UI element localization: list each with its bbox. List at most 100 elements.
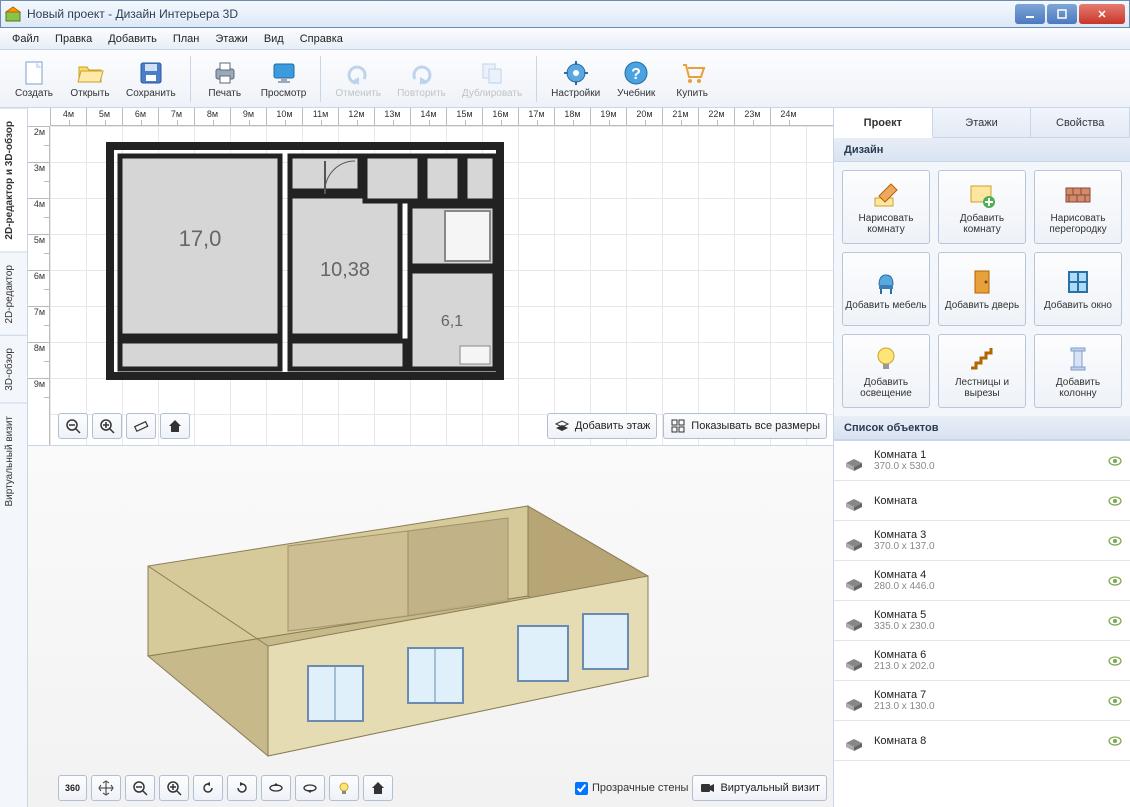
object-row[interactable]: Комната 7213.0 x 130.0 [834, 681, 1130, 721]
menu-help[interactable]: Справка [294, 31, 349, 47]
eye-icon[interactable] [1108, 696, 1122, 706]
zoom-out-button[interactable] [58, 413, 88, 439]
house-3d[interactable] [108, 476, 668, 766]
vtab-combined[interactable]: 2D-редактор и 3D-обзор [0, 108, 27, 252]
section-objects-header: Список объектов [834, 416, 1130, 440]
eye-icon[interactable] [1108, 456, 1122, 466]
measure-button[interactable] [126, 413, 156, 439]
eye-icon[interactable] [1108, 576, 1122, 586]
add-room-button[interactable]: Добавить комнату [938, 170, 1026, 244]
rtab-project[interactable]: Проект [834, 108, 933, 138]
object-list[interactable]: Комната 1370.0 x 530.0 Комната Комната 3… [834, 440, 1130, 807]
add-door-button[interactable]: Добавить дверь [938, 252, 1026, 326]
window-icon [1063, 267, 1093, 297]
object-row[interactable]: Комната 8 [834, 721, 1130, 761]
canvas-2d-toolbar-right: Добавить этаж Показывать все размеры [547, 413, 827, 439]
window-title: Новый проект - Дизайн Интерьера 3D [27, 7, 1015, 21]
ruler-vertical: 2м3м4м5м6м7м8м9м [28, 126, 50, 445]
folder-icon [76, 59, 104, 87]
menu-edit[interactable]: Правка [49, 31, 98, 47]
gear-icon [562, 59, 590, 87]
rotate-left-button[interactable] [193, 775, 223, 801]
redo-icon [407, 59, 435, 87]
menu-floors[interactable]: Этажи [209, 31, 253, 47]
canvas-2d-toolbar [58, 413, 190, 439]
room-icon [842, 449, 866, 473]
eye-icon[interactable] [1108, 616, 1122, 626]
tilt-down-button[interactable] [295, 775, 325, 801]
pencil-icon [871, 180, 901, 210]
eye-icon[interactable] [1108, 536, 1122, 546]
rtab-floors[interactable]: Этажи [933, 108, 1032, 137]
buy-button[interactable]: Купить [666, 53, 718, 105]
360-button[interactable]: 360 [58, 775, 87, 801]
light-button[interactable] [329, 775, 359, 801]
create-button[interactable]: Создать [8, 53, 60, 105]
add-floor-button[interactable]: Добавить этаж [547, 413, 657, 439]
draw-room-button[interactable]: Нарисовать комнату [842, 170, 930, 244]
add-window-button[interactable]: Добавить окно [1034, 252, 1122, 326]
add-column-button[interactable]: Добавить колонну [1034, 334, 1122, 408]
zoom-in-3d-button[interactable] [159, 775, 189, 801]
eye-icon[interactable] [1108, 656, 1122, 666]
add-light-button[interactable]: Добавить освещение [842, 334, 930, 408]
preview-button[interactable]: Просмотр [255, 53, 313, 105]
app-icon [5, 6, 21, 22]
menu-plan[interactable]: План [167, 31, 206, 47]
undo-button[interactable]: Отменить [329, 53, 387, 105]
titlebar: Новый проект - Дизайн Интерьера 3D [0, 0, 1130, 28]
vtab-3d[interactable]: 3D-обзор [0, 335, 27, 403]
redo-button[interactable]: Повторить [391, 53, 452, 105]
canvas-2d[interactable]: 4м5м6м7м8м9м10м11м12м13м14м15м16м17м18м1… [28, 108, 833, 446]
monitor-icon [270, 59, 298, 87]
virtual-visit-button[interactable]: Виртуальный визит [692, 775, 827, 801]
menu-view[interactable]: Вид [258, 31, 290, 47]
menu-add[interactable]: Добавить [102, 31, 163, 47]
duplicate-button[interactable]: Дублировать [456, 53, 528, 105]
show-all-sizes-button[interactable]: Показывать все размеры [663, 413, 827, 439]
stairs-button[interactable]: Лестницы и вырезы [938, 334, 1026, 408]
close-button[interactable] [1079, 4, 1125, 24]
print-button[interactable]: Печать [199, 53, 251, 105]
svg-text:?: ? [631, 66, 641, 83]
home-3d-button[interactable] [363, 775, 393, 801]
pan-button[interactable] [91, 775, 121, 801]
canvas-3d-toolbar: 360 Прозрачные стены Виртуальный визит [58, 775, 827, 801]
tilt-up-button[interactable] [261, 775, 291, 801]
object-row[interactable]: Комната 1370.0 x 530.0 [834, 441, 1130, 481]
room-icon [842, 489, 866, 513]
vertical-tabs: 2D-редактор и 3D-обзор 2D-редактор 3D-об… [0, 108, 28, 807]
rtab-props[interactable]: Свойства [1031, 108, 1130, 137]
right-tabs: Проект Этажи Свойства [834, 108, 1130, 138]
eye-icon[interactable] [1108, 496, 1122, 506]
rotate-right-button[interactable] [227, 775, 257, 801]
eye-icon[interactable] [1108, 736, 1122, 746]
floor-plan[interactable]: 17,0 10,38 6,1 [50, 126, 590, 396]
canvas-3d[interactable]: 360 Прозрачные стены Виртуальный визит [28, 446, 833, 807]
minimize-button[interactable] [1015, 4, 1045, 24]
object-row[interactable]: Комната 6213.0 x 202.0 [834, 641, 1130, 681]
maximize-button[interactable] [1047, 4, 1077, 24]
room-3-label: 6,1 [441, 313, 463, 330]
settings-button[interactable]: Настройки [545, 53, 606, 105]
add-furniture-button[interactable]: Добавить мебель [842, 252, 930, 326]
menu-file[interactable]: Файл [6, 31, 45, 47]
save-button[interactable]: Сохранить [120, 53, 182, 105]
object-row[interactable]: Комната 3370.0 x 137.0 [834, 521, 1130, 561]
object-row[interactable]: Комната 4280.0 x 446.0 [834, 561, 1130, 601]
room-2-label: 10,38 [320, 259, 370, 281]
transparent-walls-checkbox[interactable]: Прозрачные стены [575, 782, 688, 795]
object-row[interactable]: Комната [834, 481, 1130, 521]
object-row[interactable]: Комната 5335.0 x 230.0 [834, 601, 1130, 641]
disk-icon [137, 59, 165, 87]
vtab-virtual[interactable]: Виртуальный визит [0, 403, 27, 519]
column-icon [1063, 344, 1093, 374]
vtab-2d[interactable]: 2D-редактор [0, 252, 27, 336]
toolbar: Создать Открыть Сохранить Печать Просмот… [0, 50, 1130, 108]
zoom-in-button[interactable] [92, 413, 122, 439]
draw-wall-button[interactable]: Нарисовать перегородку [1034, 170, 1122, 244]
home-button[interactable] [160, 413, 190, 439]
zoom-out-3d-button[interactable] [125, 775, 155, 801]
tutorial-button[interactable]: ?Учебник [610, 53, 662, 105]
open-button[interactable]: Открыть [64, 53, 116, 105]
